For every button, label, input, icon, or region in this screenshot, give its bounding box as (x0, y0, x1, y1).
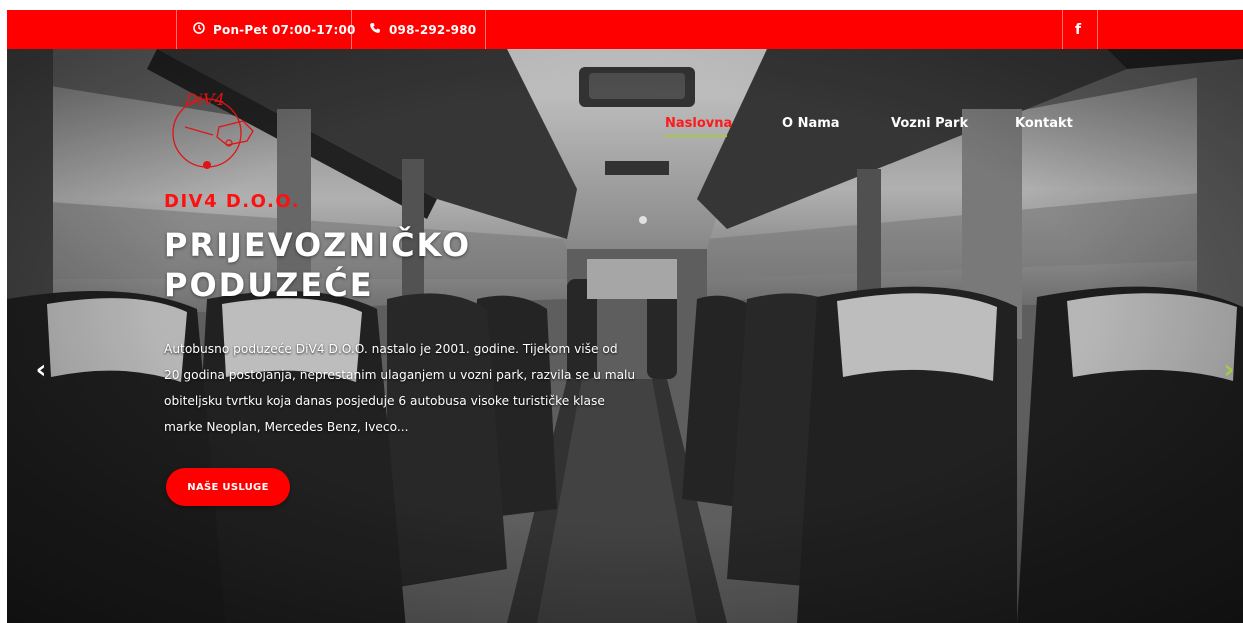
nav-active-indicator (665, 135, 727, 137)
facebook-link[interactable]: f (1075, 10, 1081, 49)
clock-icon (193, 22, 205, 37)
hero-description: Autobusno poduzeće DiV4 D.O.O. nastalo j… (164, 342, 636, 434)
topbar-divider (1097, 10, 1098, 49)
topbar-divider (485, 10, 486, 49)
hero-title: PRIJEVOZNIČKO PODUZEĆE (164, 225, 471, 305)
facebook-icon: f (1075, 21, 1082, 38)
nav-label: Naslovna (665, 115, 733, 131)
phone-icon (369, 22, 381, 37)
nav-kontakt[interactable]: Kontakt (1015, 113, 1073, 133)
phone-info[interactable]: 098-292-980 (369, 10, 476, 49)
topbar-divider (351, 10, 352, 49)
nav-vozni-park[interactable]: Vozni Park (891, 113, 968, 133)
hero-slider: DiV4 Naslovna O Nama Vozni Park Kontakt … (7, 49, 1243, 623)
phone-text: 098-292-980 (389, 22, 477, 37)
slider-prev-arrow[interactable]: ‹ (31, 357, 51, 383)
nav-label: Kontakt (1015, 115, 1073, 131)
hours-text: Pon-Pet 07:00-17:00 (213, 22, 356, 37)
nav-label: Vozni Park (891, 115, 969, 131)
hero-title-line: PRIJEVOZNIČKO (164, 226, 472, 264)
top-bar: Pon-Pet 07:00-17:00 098-292-980 f (7, 10, 1243, 49)
topbar-divider (176, 10, 177, 49)
services-button[interactable]: NAŠE USLUGE (166, 468, 290, 506)
div4-logo[interactable]: DiV4 (167, 83, 263, 179)
hours-info: Pon-Pet 07:00-17:00 (193, 10, 356, 49)
topbar-divider (1062, 10, 1063, 49)
hero-title-line: PODUZEĆE (164, 266, 374, 304)
nav-naslovna[interactable]: Naslovna (665, 113, 732, 133)
logo-text: DiV4 (184, 90, 225, 109)
page-frame: Pon-Pet 07:00-17:00 098-292-980 f DiV4 N… (7, 10, 1243, 623)
slider-next-arrow[interactable]: › (1219, 357, 1239, 383)
nav-label: O Nama (782, 115, 840, 131)
hero-eyebrow: DIV4 D.O.O. (164, 191, 301, 212)
nav-o-nama[interactable]: O Nama (782, 113, 840, 133)
